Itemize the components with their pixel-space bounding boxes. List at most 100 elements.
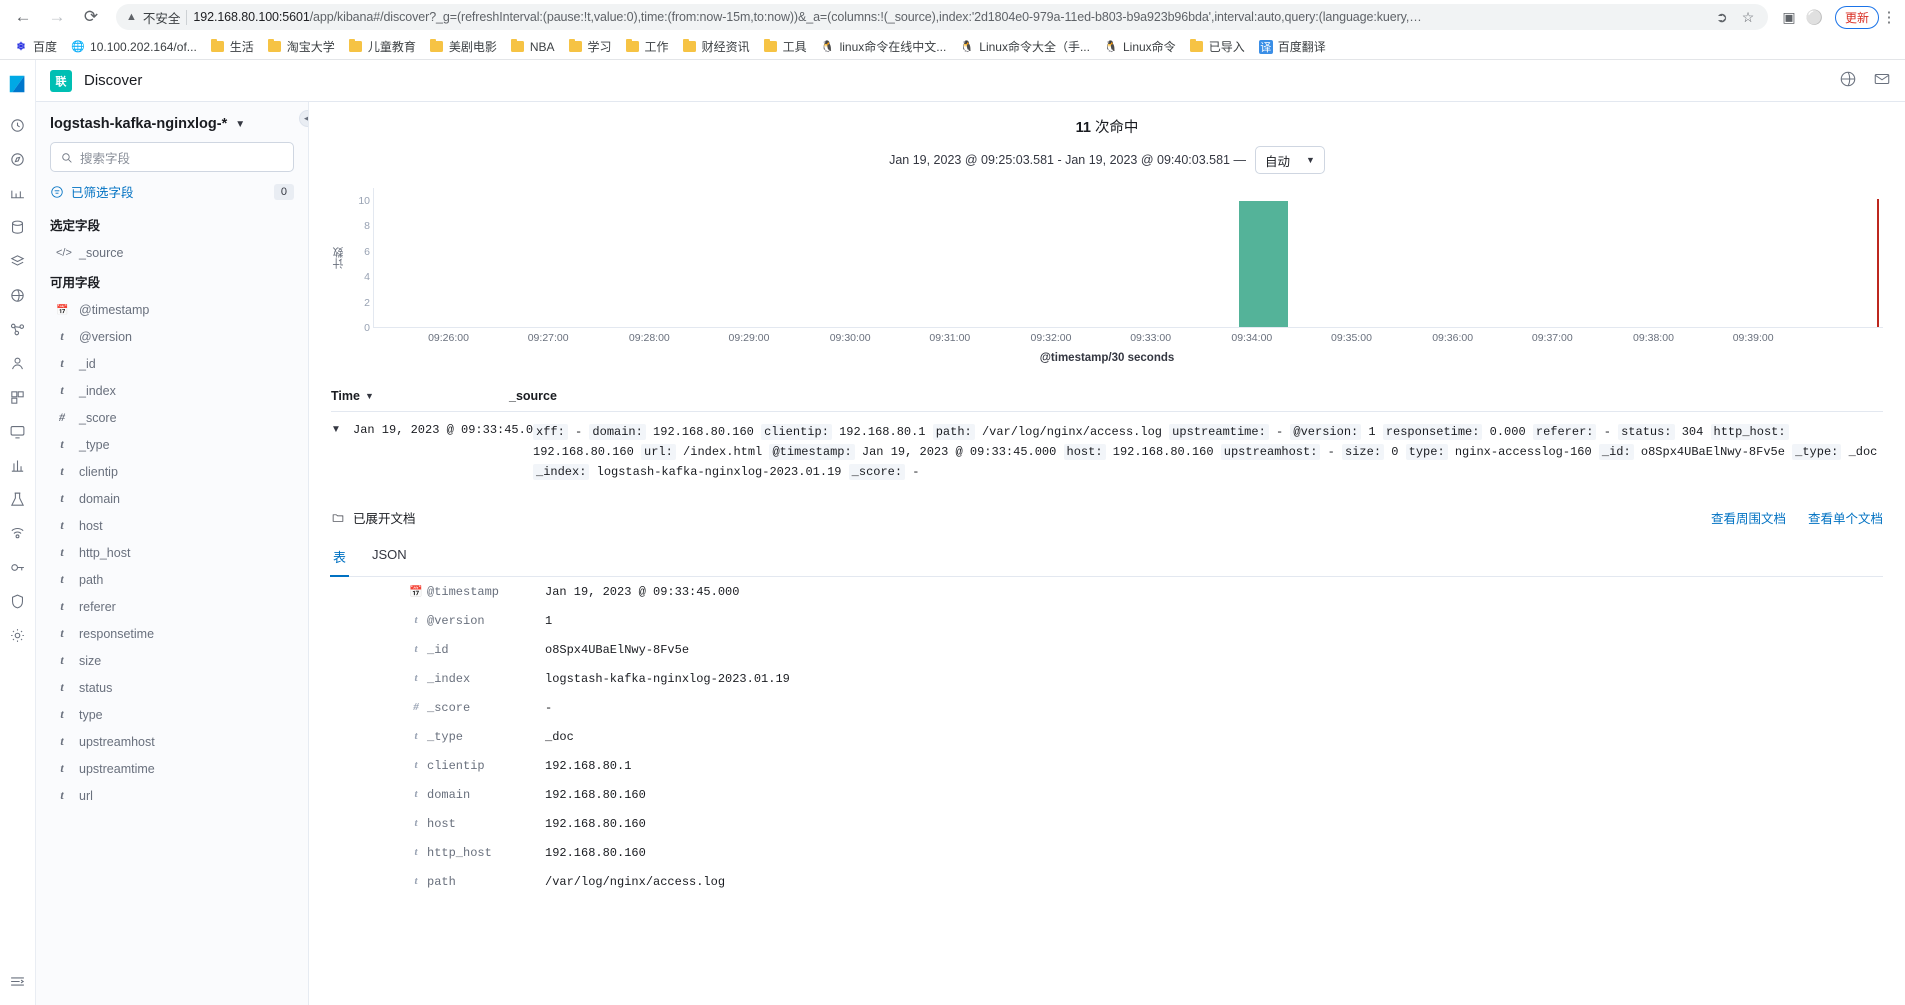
canvas-layers-icon[interactable]: [1, 244, 35, 278]
available-field-referer[interactable]: t referer: [50, 593, 294, 620]
available-field-host[interactable]: t host: [50, 512, 294, 539]
chrome-menu-icon[interactable]: ⋮: [1881, 8, 1897, 26]
available-field-upstreamhost[interactable]: t upstreamhost: [50, 728, 294, 755]
column-header-time[interactable]: Time ▼: [331, 389, 509, 403]
field-label: _score: [79, 410, 117, 425]
beaker-icon[interactable]: [1, 482, 35, 516]
available-field-type2[interactable]: t type: [50, 701, 294, 728]
bookmark-label: 美剧电影: [448, 40, 497, 54]
search-input[interactable]: 搜索字段: [50, 142, 294, 172]
kibana-main: 联 Discover logstash-kafka-nginxlog-* ▼ 搜…: [36, 60, 1905, 1005]
available-field-status[interactable]: t status: [50, 674, 294, 701]
bookmark-item[interactable]: 淘宝大学: [262, 36, 341, 57]
view-single-document-link[interactable]: 查看单个文档: [1808, 508, 1883, 527]
bookmark-item[interactable]: 儿童教育: [343, 36, 422, 57]
reload-icon[interactable]: ⟳: [76, 2, 106, 32]
available-field-responsetime[interactable]: t responsetime: [50, 620, 294, 647]
row-source: xff: - domain: 192.168.80.160 clientip: …: [533, 422, 1883, 482]
field-label: referer: [79, 599, 116, 614]
address-bar[interactable]: ▲ 不安全 192.168.80.100:5601/app/kibana#/di…: [116, 4, 1769, 30]
tab-json[interactable]: JSON: [372, 547, 407, 576]
share-icon[interactable]: ➲: [1712, 9, 1732, 26]
back-arrow-icon[interactable]: ←: [8, 2, 38, 32]
mail-icon[interactable]: [1873, 70, 1891, 91]
selected-field-source[interactable]: </> _source: [50, 240, 294, 266]
available-field-index[interactable]: t _index: [50, 377, 294, 404]
apm-icon[interactable]: [1, 448, 35, 482]
available-field-clientip[interactable]: t clientip: [50, 458, 294, 485]
interval-select[interactable]: 自动 ▼: [1254, 146, 1325, 174]
plot-area[interactable]: [373, 188, 1883, 328]
folder-icon: [349, 38, 363, 54]
discover-content: 11 次命中 Jan 19, 2023 @ 09:25:03.581 - Jan…: [309, 102, 1905, 1005]
forward-arrow-icon[interactable]: →: [42, 2, 72, 32]
field-row: t _index logstash-kafka-nginxlog-2023.01.1…: [331, 664, 1883, 693]
visualize-chart-icon[interactable]: [1, 176, 35, 210]
dashboard-database-icon[interactable]: [1, 210, 35, 244]
view-surrounding-documents-link[interactable]: 查看周围文档: [1711, 508, 1786, 527]
field-name: clientip: [427, 759, 485, 773]
available-field-type[interactable]: t _type: [50, 431, 294, 458]
bookmark-star-icon[interactable]: ☆: [1738, 9, 1759, 26]
bookmark-item[interactable]: 🐧 Linux命令大全（手...: [954, 36, 1096, 57]
available-field-url[interactable]: t url: [50, 782, 294, 809]
bookmark-item[interactable]: 🌐 10.100.202.164/of...: [65, 38, 203, 56]
bookmark-item[interactable]: 已导入: [1184, 36, 1251, 57]
source-key: _score:: [848, 464, 906, 480]
source-key: clientip:: [761, 424, 832, 440]
bookmark-item[interactable]: ❄ 百度: [8, 36, 63, 57]
space-avatar[interactable]: 联: [50, 69, 72, 92]
bookmark-item[interactable]: NBA: [505, 38, 561, 56]
update-button[interactable]: 更新: [1834, 5, 1879, 29]
histogram-chart[interactable]: 计数 0 2 4 6 8 10: [331, 188, 1883, 334]
available-field-http-host[interactable]: t http_host: [50, 539, 294, 566]
bookmark-item[interactable]: 🐧 linux命令在线中文...: [815, 36, 953, 57]
bookmark-item[interactable]: 美剧电影: [424, 36, 503, 57]
tab-table[interactable]: 表: [329, 547, 350, 577]
bookmark-item[interactable]: 财经资讯: [677, 36, 756, 57]
field-row: t _type _doc: [331, 722, 1883, 751]
discover-compass-icon[interactable]: [1, 142, 35, 176]
graph-icon[interactable]: [1, 312, 35, 346]
field-value: 192.168.80.160: [545, 846, 646, 860]
globe-help-icon[interactable]: [1839, 70, 1857, 91]
infrastructure-icon[interactable]: [1, 380, 35, 414]
signal-icon[interactable]: [1, 516, 35, 550]
bookmark-item[interactable]: 工具: [758, 36, 813, 57]
field-label: clientip: [79, 464, 118, 479]
ml-user-icon[interactable]: [1, 346, 35, 380]
shield-icon[interactable]: [1, 584, 35, 618]
string-type-icon: t: [60, 734, 64, 748]
available-field-timestamp[interactable]: 📅 @timestamp: [50, 297, 294, 323]
filtered-fields-toggle[interactable]: 已筛选字段 0: [50, 182, 294, 201]
available-field-domain[interactable]: t domain: [50, 485, 294, 512]
maps-icon[interactable]: [1, 278, 35, 312]
expand-row-icon[interactable]: ▼: [331, 422, 353, 482]
field-value: 1: [545, 614, 553, 628]
table-row[interactable]: ▼ Jan 19, 2023 @ 09:33:45.000 xff: - dom…: [331, 412, 1883, 488]
bookmark-item[interactable]: 生活: [205, 36, 260, 57]
uptime-monitor-icon[interactable]: [1, 414, 35, 448]
index-pattern-selector[interactable]: logstash-kafka-nginxlog-* ▼: [50, 116, 294, 132]
available-field-path[interactable]: t path: [50, 566, 294, 593]
available-field-size[interactable]: t size: [50, 647, 294, 674]
available-field-score[interactable]: # _score: [50, 404, 294, 431]
bookmark-item[interactable]: 译百度翻译: [1253, 36, 1332, 57]
sidepanel-icon[interactable]: ▣: [1778, 9, 1799, 26]
bookmark-item[interactable]: 学习: [563, 36, 618, 57]
y-tick: 10: [358, 194, 370, 207]
recently-viewed-icon[interactable]: [1, 108, 35, 142]
collapse-rail-icon[interactable]: [1, 971, 35, 1005]
key-icon[interactable]: [1, 550, 35, 584]
bookmark-item[interactable]: 🐧 Linux命令: [1098, 36, 1182, 57]
profile-avatar-icon[interactable]: ⚪: [1802, 9, 1827, 26]
available-field-id[interactable]: t _id: [50, 350, 294, 377]
collapse-sidebar-button[interactable]: ◀: [299, 110, 308, 127]
available-field-version[interactable]: t @version: [50, 323, 294, 350]
histogram-bar[interactable]: [1238, 200, 1289, 327]
available-field-upstreamtime[interactable]: t upstreamtime: [50, 755, 294, 782]
gear-icon[interactable]: [1, 618, 35, 652]
kibana-logo-icon[interactable]: [6, 72, 30, 96]
bookmark-item[interactable]: 工作: [620, 36, 675, 57]
y-axis-label: 计数: [333, 247, 345, 269]
